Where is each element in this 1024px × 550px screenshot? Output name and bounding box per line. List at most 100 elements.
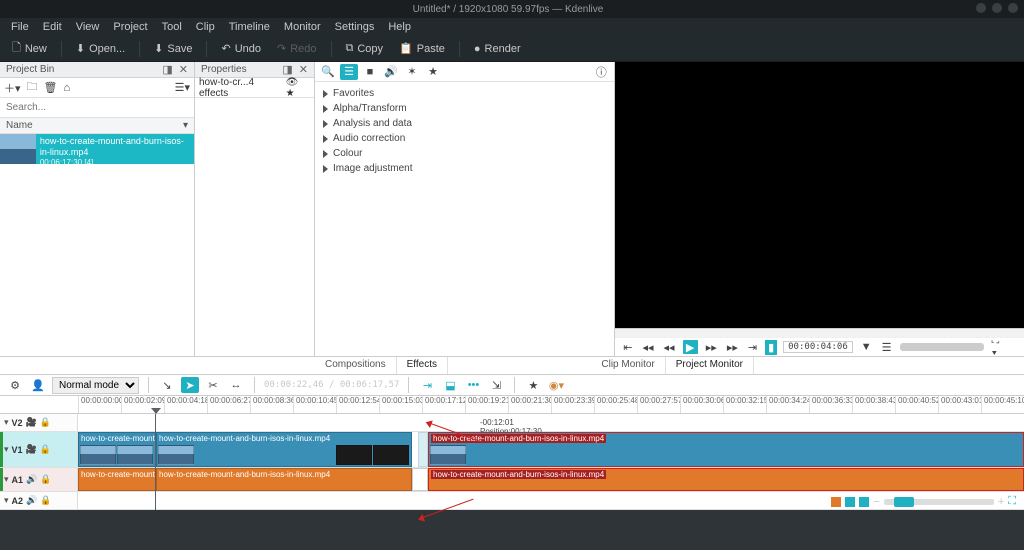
- monitor-ruler[interactable]: [615, 328, 1024, 338]
- forward-icon[interactable]: ▸▸: [725, 340, 740, 355]
- timeline-clip[interactable]: how-to-create-mount-and-: [78, 468, 156, 491]
- lock-icon[interactable]: 🔒: [40, 474, 51, 485]
- paste-button[interactable]: 📋Paste: [393, 39, 451, 58]
- lock-icon[interactable]: 🔒: [40, 417, 51, 428]
- close-icon[interactable]: ✕: [299, 63, 308, 76]
- collapse-icon[interactable]: ▾: [4, 417, 9, 428]
- spacer-tool-icon[interactable]: ↔: [227, 377, 245, 393]
- monitor-menu-icon[interactable]: ☰: [880, 340, 894, 355]
- track-header-a2[interactable]: ▾ A2 🔊 🔒: [0, 492, 78, 509]
- delete-icon[interactable]: 🗑: [44, 81, 58, 94]
- menu-tool[interactable]: Tool: [155, 19, 189, 35]
- fit-zoom-icon[interactable]: ⛶: [1008, 495, 1016, 508]
- menu-view[interactable]: View: [69, 19, 107, 35]
- fx-cat-colour[interactable]: Colour: [315, 146, 614, 161]
- video-track-indicator[interactable]: [859, 497, 869, 507]
- fx-cat-audio[interactable]: Audio correction: [315, 131, 614, 146]
- audio-fx-icon[interactable]: 🔊: [382, 64, 400, 80]
- undo-button[interactable]: ↶Undo: [215, 39, 267, 58]
- extract-icon[interactable]: ⇲: [487, 377, 505, 393]
- go-start-icon[interactable]: ⇤: [621, 340, 634, 355]
- monitor-nav-icon[interactable]: ▼: [859, 340, 874, 354]
- timeline-gap[interactable]: [418, 432, 428, 467]
- lock-icon[interactable]: 🔒: [40, 444, 51, 455]
- mute-icon[interactable]: 🔊: [26, 474, 37, 485]
- render-button[interactable]: ●Render: [468, 40, 527, 58]
- add-clip-icon[interactable]: ＋▾: [4, 80, 21, 96]
- collapse-icon[interactable]: ▾: [4, 474, 9, 485]
- search-icon[interactable]: 🔍: [319, 64, 337, 80]
- collapse-icon[interactable]: ▾: [4, 444, 9, 455]
- audio-track-indicator[interactable]: [831, 497, 841, 507]
- video-track-indicator[interactable]: [845, 497, 855, 507]
- star-icon[interactable]: ★: [286, 88, 295, 99]
- timeline-gap[interactable]: [412, 468, 428, 491]
- tab-compositions[interactable]: Compositions: [315, 357, 397, 374]
- menu-help[interactable]: Help: [381, 19, 418, 35]
- track-header-a1[interactable]: ▾ A1 🔊 🔒: [0, 468, 78, 491]
- menu-project[interactable]: Project: [106, 19, 154, 35]
- options-icon[interactable]: ☰▾: [175, 81, 190, 94]
- mute-icon[interactable]: 🎥: [26, 417, 37, 428]
- mute-icon[interactable]: 🔊: [26, 495, 37, 506]
- bin-name-header[interactable]: Name: [6, 120, 33, 131]
- list-view-icon[interactable]: ☰: [340, 64, 358, 80]
- zoom-in-icon[interactable]: +: [998, 496, 1004, 508]
- tab-clip-monitor[interactable]: Clip Monitor: [591, 357, 665, 374]
- play-button[interactable]: ▶: [683, 340, 698, 354]
- fx-cat-analysis[interactable]: Analysis and data: [315, 116, 614, 131]
- go-end-icon[interactable]: ⇥: [746, 340, 759, 355]
- mute-icon[interactable]: 🎥: [26, 444, 37, 455]
- rewind-icon[interactable]: ◂◂: [640, 340, 655, 355]
- zoom-slider[interactable]: [884, 499, 994, 505]
- open-button[interactable]: ⬇Open...: [70, 39, 131, 58]
- lock-icon[interactable]: 🔒: [40, 495, 51, 506]
- menu-edit[interactable]: Edit: [36, 19, 69, 35]
- favorites-icon[interactable]: ★: [424, 64, 442, 80]
- timeline-clip[interactable]: how-to-create-mount-and-: [78, 432, 156, 467]
- settings-icon[interactable]: ⚙: [6, 377, 24, 393]
- monitor-timecode[interactable]: 00:00:04:06: [783, 341, 853, 353]
- undock-icon[interactable]: ◨: [162, 63, 172, 76]
- menu-file[interactable]: File: [4, 19, 36, 35]
- folder-add-icon[interactable]: 🗀: [27, 78, 38, 97]
- zoom-out-icon[interactable]: −: [873, 496, 879, 508]
- razor-tool-icon[interactable]: ✂: [204, 377, 222, 393]
- monitor-zoom-slider[interactable]: [900, 343, 984, 351]
- menu-settings[interactable]: Settings: [328, 19, 382, 35]
- timeline-clip[interactable]: how-to-create-mount-and-burn-isos-in-lin…: [156, 468, 412, 491]
- overwrite-icon[interactable]: •••: [464, 377, 482, 393]
- timeline-clip[interactable]: how-to-create-mount-and-burn-isos-in-lin…: [428, 468, 1024, 491]
- window-controls[interactable]: [970, 3, 1018, 16]
- next-frame-icon[interactable]: ▸▸: [704, 340, 719, 355]
- track-header-v2[interactable]: ▾ V2 🎥 🔒: [0, 414, 78, 431]
- bin-search-input[interactable]: [0, 100, 194, 115]
- track-header-v1[interactable]: ▾ V1 🎥 🔒: [0, 432, 78, 467]
- track-config-icon[interactable]: 👤: [29, 377, 47, 393]
- undock-icon[interactable]: ◨: [282, 63, 292, 76]
- playhead[interactable]: [155, 414, 156, 510]
- save-button[interactable]: ⬇Save: [148, 39, 198, 58]
- zone-icon[interactable]: ▮: [765, 340, 777, 355]
- fx-cat-alpha[interactable]: Alpha/Transform: [315, 101, 614, 116]
- monitor-viewport[interactable]: [615, 62, 1024, 328]
- select-tool-icon[interactable]: ➤: [181, 377, 199, 393]
- info-icon[interactable]: ⓘ: [592, 64, 610, 80]
- visibility-icon[interactable]: 👁: [286, 77, 299, 88]
- collapse-icon[interactable]: ▾: [4, 495, 9, 506]
- custom-fx-icon[interactable]: ✶: [403, 64, 421, 80]
- bin-clip-item[interactable]: how-to-create-mount-and-burn-isos-in-lin…: [0, 134, 194, 164]
- tab-project-monitor[interactable]: Project Monitor: [666, 357, 754, 374]
- tab-effects[interactable]: Effects: [397, 357, 448, 374]
- menu-monitor[interactable]: Monitor: [277, 19, 328, 35]
- menu-timeline[interactable]: Timeline: [222, 19, 277, 35]
- new-button[interactable]: 🗋New: [6, 36, 53, 61]
- menu-clip[interactable]: Clip: [189, 19, 222, 35]
- fx-cat-image[interactable]: Image adjustment: [315, 161, 614, 176]
- copy-button[interactable]: ⧉Copy: [340, 39, 390, 58]
- fav-effects-icon[interactable]: ★: [524, 377, 542, 393]
- compositing-icon[interactable]: ↘: [158, 377, 176, 393]
- edit-mode-select[interactable]: Normal mode: [52, 377, 139, 394]
- timeline-clip[interactable]: how-to-create-mount-and-burn-isos-in-lin…: [428, 432, 1024, 467]
- video-fx-icon[interactable]: ■: [361, 64, 379, 80]
